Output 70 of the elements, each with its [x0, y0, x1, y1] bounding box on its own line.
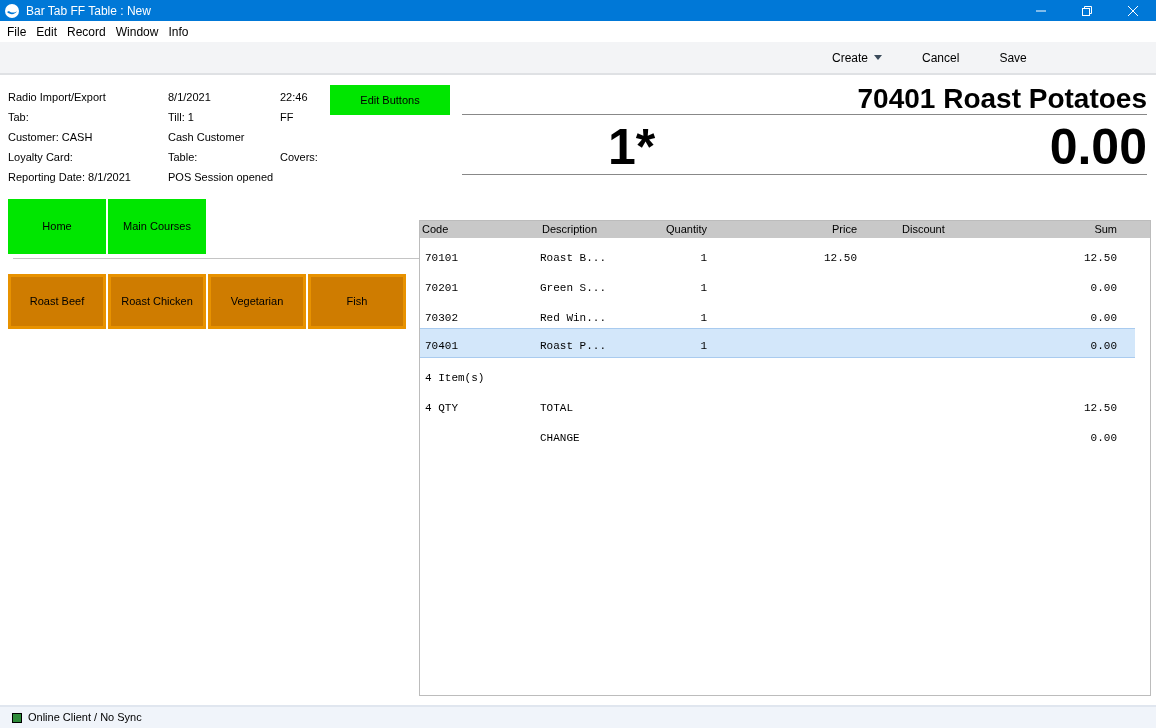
menu-item[interactable]: Record	[62, 22, 111, 41]
info-text: Customer: CASH	[8, 131, 93, 145]
info-text: 8/1/2021	[168, 91, 211, 105]
window-title: Bar Tab FF Table : New	[26, 2, 151, 20]
column-header: Price	[830, 222, 857, 237]
table-cell-text: CHANGE	[539, 430, 581, 446]
table-row[interactable]: 70302 Red Win... 1 0.00	[420, 299, 1135, 329]
quantity-display: 1*	[608, 120, 656, 174]
info-text: Covers:	[280, 151, 318, 165]
info-text: FF	[280, 111, 294, 125]
info-text: Table:	[168, 151, 198, 165]
table-cell-text: 1	[699, 280, 707, 296]
amount-display: 0.00	[1049, 120, 1147, 174]
table-cell-text: Green S...	[539, 280, 607, 296]
table-row[interactable]: 70101 Roast B... 1 12.50 12.50	[420, 239, 1135, 269]
info-text: Cash Customer	[168, 131, 245, 145]
table-cell-text: 0.00	[1089, 430, 1117, 446]
menu-item[interactable]: File	[2, 22, 32, 41]
table-cell-text: 0.00	[1089, 310, 1117, 326]
table-cell-text: 0.00	[1089, 280, 1117, 296]
column-header: Discount	[901, 222, 946, 237]
table-cell-text: Red Win...	[539, 310, 607, 326]
table-cell-text: 70401	[424, 338, 459, 354]
toolbar-button[interactable]: Save	[987, 48, 1039, 67]
create-dropdown-button[interactable]: Create	[820, 48, 895, 67]
table-cell-text: 0.00	[1089, 338, 1117, 354]
table-cell-text: 1	[699, 338, 707, 354]
table-cell-text: 12.50	[1083, 400, 1117, 416]
table-cell-text: 1	[699, 310, 707, 326]
table-cell-text: 4 QTY	[424, 400, 459, 416]
info-text: Loyalty Card:	[8, 151, 73, 165]
column-header: Sum	[1093, 222, 1117, 237]
table-row[interactable]: 70201 Green S... 1 0.00	[420, 269, 1135, 299]
table-cell-text: Roast B...	[539, 250, 607, 266]
column-header: Code	[421, 222, 450, 237]
table-cell-text: TOTAL	[539, 400, 574, 416]
product-button[interactable]: Vegetarian	[208, 274, 306, 329]
item-display: 70401 Roast Potatoes	[462, 75, 1147, 115]
category-button[interactable]: Home	[8, 199, 106, 254]
info-text: 22:46	[280, 91, 308, 105]
info-text: Till: 1	[168, 111, 194, 125]
product-button[interactable]: Roast Chicken	[108, 274, 206, 329]
category-button[interactable]: Main Courses	[108, 199, 206, 254]
menu-item[interactable]: Info	[163, 22, 194, 41]
table-cell-text: 70302	[424, 310, 459, 326]
table-row[interactable]: 4 QTY TOTAL 12.50	[420, 389, 1135, 419]
product-button[interactable]: Roast Beef	[8, 274, 106, 329]
info-text: POS Session opened	[168, 171, 274, 185]
table-cell-text: 1	[699, 250, 707, 266]
table-cell-text: 12.50	[1083, 250, 1117, 266]
info-text: Radio Import/Export	[8, 91, 106, 105]
toolbar-button[interactable]: Cancel	[910, 48, 972, 67]
table-cell-text: 70201	[424, 280, 459, 296]
table-row[interactable]: CHANGE 0.00	[420, 419, 1135, 449]
table-cell-text: 70101	[424, 250, 459, 266]
info-text: Reporting Date: 8/1/2021	[8, 171, 131, 185]
table-cell-text: 4 Item(s)	[424, 370, 486, 386]
info-text: Tab:	[8, 111, 29, 125]
product-button[interactable]: Fish	[308, 274, 406, 329]
table-cell-text: Roast P...	[539, 338, 607, 354]
menu-item[interactable]: Edit	[31, 22, 63, 41]
status-text: Online Client / No Sync	[28, 710, 142, 726]
column-header: Quantity	[665, 222, 707, 237]
edit-buttons-button[interactable]: Edit Buttons	[330, 85, 450, 115]
table-row[interactable]: 4 Item(s)	[420, 359, 1135, 389]
selected-table-row[interactable]: 70401 Roast P... 1 0.00	[420, 328, 1135, 358]
column-header: Description	[541, 222, 599, 237]
caret-icon	[874, 55, 883, 60]
table-cell-text: 12.50	[823, 250, 857, 266]
menu-item[interactable]: Window	[110, 22, 164, 41]
